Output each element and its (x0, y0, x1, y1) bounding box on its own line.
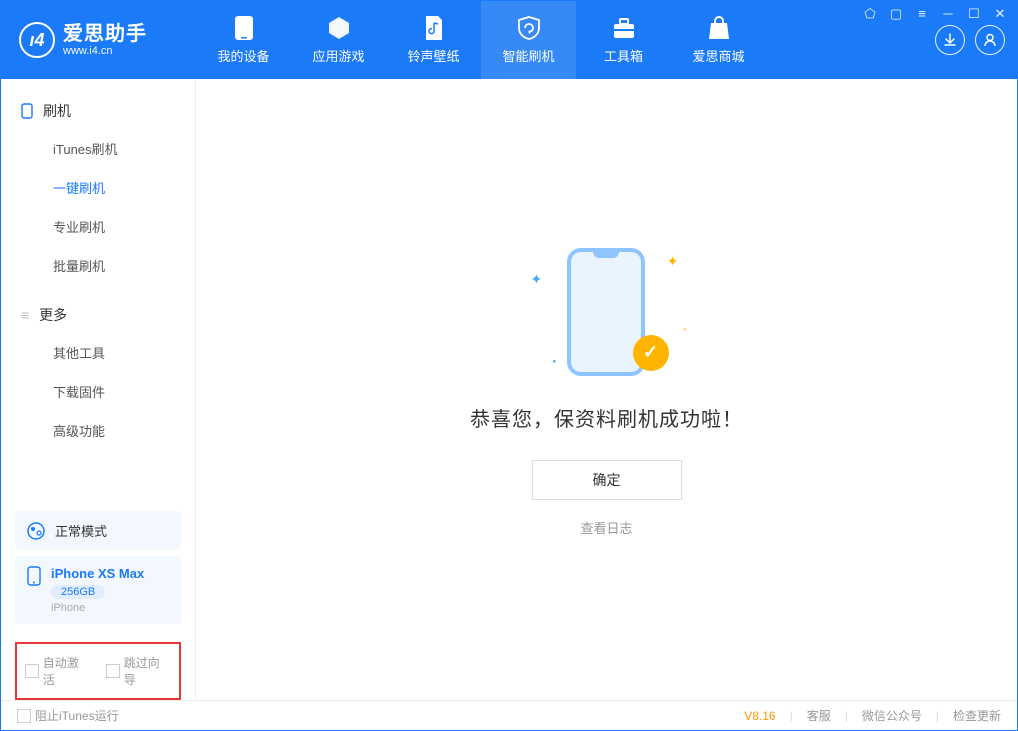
window-controls: ⬠ ▢ ≡ ─ ☐ ✕ (862, 6, 1008, 22)
download-button[interactable] (935, 25, 965, 55)
music-file-icon (421, 15, 447, 41)
top-nav: 我的设备 应用游戏 铃声壁纸 智能刷机 工具箱 (196, 1, 766, 79)
nav-toolbox[interactable]: 工具箱 (576, 1, 671, 79)
nav-label: 应用游戏 (312, 46, 364, 65)
checkbox-icon (25, 664, 39, 678)
sidebar: 刷机 iTunes刷机 一键刷机 专业刷机 批量刷机 ≡ 更多 其他工具 下载固… (1, 79, 196, 700)
sidebar-item-itunes-flash[interactable]: iTunes刷机 (1, 129, 195, 168)
footer-left: 阻止iTunes运行 (17, 707, 119, 724)
user-button[interactable] (975, 25, 1005, 55)
separator: | (790, 709, 793, 723)
header: ı4 爱思助手 www.i4.cn 我的设备 应用游戏 铃声壁纸 (1, 1, 1017, 79)
footer: 阻止iTunes运行 V8.16 | 客服 | 微信公众号 | 检查更新 (1, 700, 1017, 730)
device-cards: 正常模式 iPhone XS Max 256GB iPhone (1, 505, 195, 634)
shirt-icon[interactable]: ⬠ (862, 6, 878, 22)
ok-button[interactable]: 确定 (532, 460, 682, 500)
check-update-link[interactable]: 检查更新 (953, 707, 1001, 724)
block-itunes-checkbox[interactable]: 阻止iTunes运行 (17, 707, 119, 724)
device-info-card[interactable]: iPhone XS Max 256GB iPhone (15, 556, 181, 624)
sidebar-item-download-fw[interactable]: 下载固件 (1, 372, 195, 411)
section-label: 刷机 (43, 101, 71, 121)
success-title: 恭喜您，保资料刷机成功啦！ (470, 403, 743, 432)
body: 刷机 iTunes刷机 一键刷机 专业刷机 批量刷机 ≡ 更多 其他工具 下载固… (1, 79, 1017, 700)
logo-text: 爱思助手 www.i4.cn (63, 23, 147, 57)
wechat-link[interactable]: 微信公众号 (862, 707, 922, 724)
toolbox-icon (611, 15, 637, 41)
checkbox-icon (17, 709, 31, 723)
main-content: ✓ ✦ ✦ ● ● 恭喜您，保资料刷机成功啦！ 确定 查看日志 (196, 79, 1017, 700)
nav-store[interactable]: 爱思商城 (671, 1, 766, 79)
device-capacity: 256GB (51, 585, 105, 599)
device-mode-label: 正常模式 (55, 521, 107, 540)
app-subtitle: www.i4.cn (63, 45, 147, 57)
nav-apps[interactable]: 应用游戏 (291, 1, 386, 79)
block-itunes-label: 阻止iTunes运行 (35, 707, 119, 724)
sidebar-section-more: ≡ 更多 (1, 295, 195, 333)
check-badge-icon: ✓ (633, 335, 669, 371)
nav-ringtones[interactable]: 铃声壁纸 (386, 1, 481, 79)
sidebar-item-oneclick-flash[interactable]: 一键刷机 (1, 168, 195, 207)
nav-label: 我的设备 (217, 46, 269, 65)
sparkle-icon: ✦ (667, 253, 679, 270)
nav-label: 铃声壁纸 (407, 46, 459, 65)
view-log-link[interactable]: 查看日志 (580, 518, 632, 537)
nav-label: 爱思商城 (692, 46, 744, 65)
sparkle-icon: ✦ (531, 271, 543, 288)
support-link[interactable]: 客服 (807, 707, 831, 724)
nav-my-device[interactable]: 我的设备 (196, 1, 291, 79)
success-illustration: ✓ ✦ ✦ ● ● (537, 243, 677, 383)
device-icon (231, 15, 257, 41)
sidebar-item-batch-flash[interactable]: 批量刷机 (1, 246, 195, 285)
device-mode-card[interactable]: 正常模式 (15, 511, 181, 550)
device-type: iPhone (51, 602, 144, 614)
logo-area: ı4 爱思助手 www.i4.cn (1, 1, 196, 79)
sidebar-item-pro-flash[interactable]: 专业刷机 (1, 207, 195, 246)
sparkle-icon: ● (683, 327, 687, 333)
sparkle-icon: ● (553, 359, 557, 365)
device-name: iPhone XS Max (51, 566, 144, 581)
mode-icon (27, 522, 45, 540)
app-title: 爱思助手 (63, 23, 147, 45)
checkbox-icon (106, 664, 120, 678)
menu-icon[interactable]: ≡ (914, 6, 930, 22)
bag-icon (706, 15, 732, 41)
nav-label: 工具箱 (604, 46, 643, 65)
phone-notch-icon (593, 248, 619, 258)
separator: | (845, 709, 848, 723)
auto-activate-checkbox[interactable]: 自动激活 (25, 654, 90, 688)
minimize-button[interactable]: ─ (940, 6, 956, 22)
list-icon: ≡ (21, 307, 29, 323)
feedback-icon[interactable]: ▢ (888, 6, 904, 22)
close-button[interactable]: ✕ (992, 6, 1008, 22)
phone-icon (21, 103, 33, 119)
auto-activate-label: 自动激活 (43, 654, 90, 688)
nav-label: 智能刷机 (502, 46, 554, 65)
device-phone-icon (27, 566, 41, 586)
separator: | (936, 709, 939, 723)
flash-options-row: 自动激活 跳过向导 (15, 642, 181, 700)
skip-guide-label: 跳过向导 (124, 654, 171, 688)
logo-icon: ı4 (19, 22, 55, 58)
skip-guide-checkbox[interactable]: 跳过向导 (106, 654, 171, 688)
sidebar-section-flash: 刷机 (1, 91, 195, 129)
nav-flash[interactable]: 智能刷机 (481, 1, 576, 79)
maximize-button[interactable]: ☐ (966, 6, 982, 22)
section-label: 更多 (39, 305, 67, 325)
refresh-shield-icon (516, 15, 542, 41)
cube-icon (326, 15, 352, 41)
footer-right: V8.16 | 客服 | 微信公众号 | 检查更新 (744, 707, 1001, 724)
sidebar-item-other-tools[interactable]: 其他工具 (1, 333, 195, 372)
version-label: V8.16 (744, 709, 775, 723)
sidebar-item-advanced[interactable]: 高级功能 (1, 411, 195, 450)
